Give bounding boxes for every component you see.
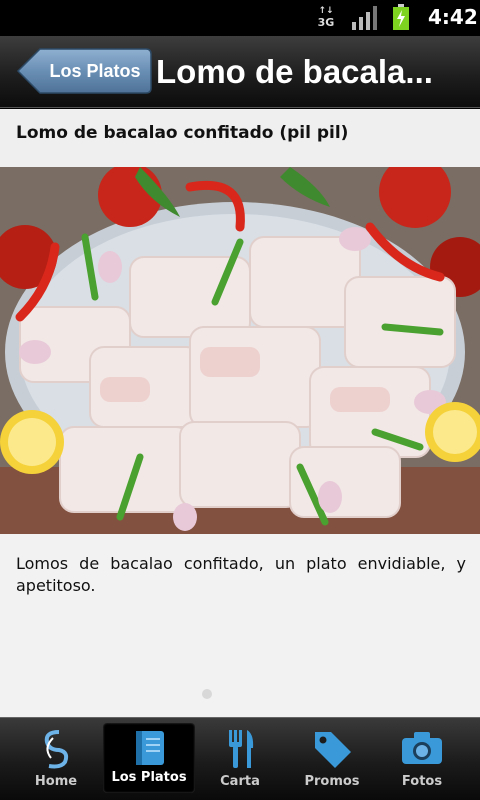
back-button[interactable]: Los Platos (16, 48, 152, 94)
signal-icon (352, 6, 377, 30)
content-area[interactable]: Lomo de bacalao confitado (pil pil) Lomo… (0, 109, 480, 717)
dish-description: Lomos de bacalao confitado, un plato env… (16, 554, 466, 595)
camera-icon (402, 732, 442, 764)
tab-promos-label: Promos (304, 774, 360, 789)
bottom-tab-bar: Home Los Platos Carta Promos Fotos (0, 717, 480, 800)
battery-charging-icon (393, 4, 409, 30)
dish-title: Lomo de bacalao confitado (pil pil) (0, 109, 480, 167)
back-button-label: Los Platos (49, 61, 141, 81)
cutlery-icon (229, 730, 254, 768)
scroll-indicator (202, 689, 212, 699)
clock: 4:42 (428, 5, 478, 29)
network-type-icon: ↑↓ 3G (317, 6, 335, 29)
tab-promos[interactable]: Promos (290, 718, 374, 800)
tab-carta[interactable]: Carta (200, 718, 280, 800)
page-title: Lomo de bacala... (156, 53, 433, 90)
tab-carta-label: Carta (220, 774, 260, 789)
logo-icon (44, 730, 69, 769)
dish-photo (0, 167, 480, 534)
tab-home[interactable]: Home (16, 718, 96, 800)
status-bar: ↑↓ 3G 4:42 (0, 0, 480, 36)
tab-los-platos[interactable]: Los Platos (103, 723, 195, 793)
tab-fotos-label: Fotos (401, 774, 443, 789)
tab-home-label: Home (34, 774, 78, 789)
action-bar: Los Platos Lomo de bacala... (0, 36, 480, 108)
tag-icon (315, 732, 351, 768)
tab-fotos[interactable]: Fotos (382, 718, 462, 800)
book-icon (136, 731, 164, 765)
tab-los-platos-label: Los Platos (111, 770, 187, 785)
